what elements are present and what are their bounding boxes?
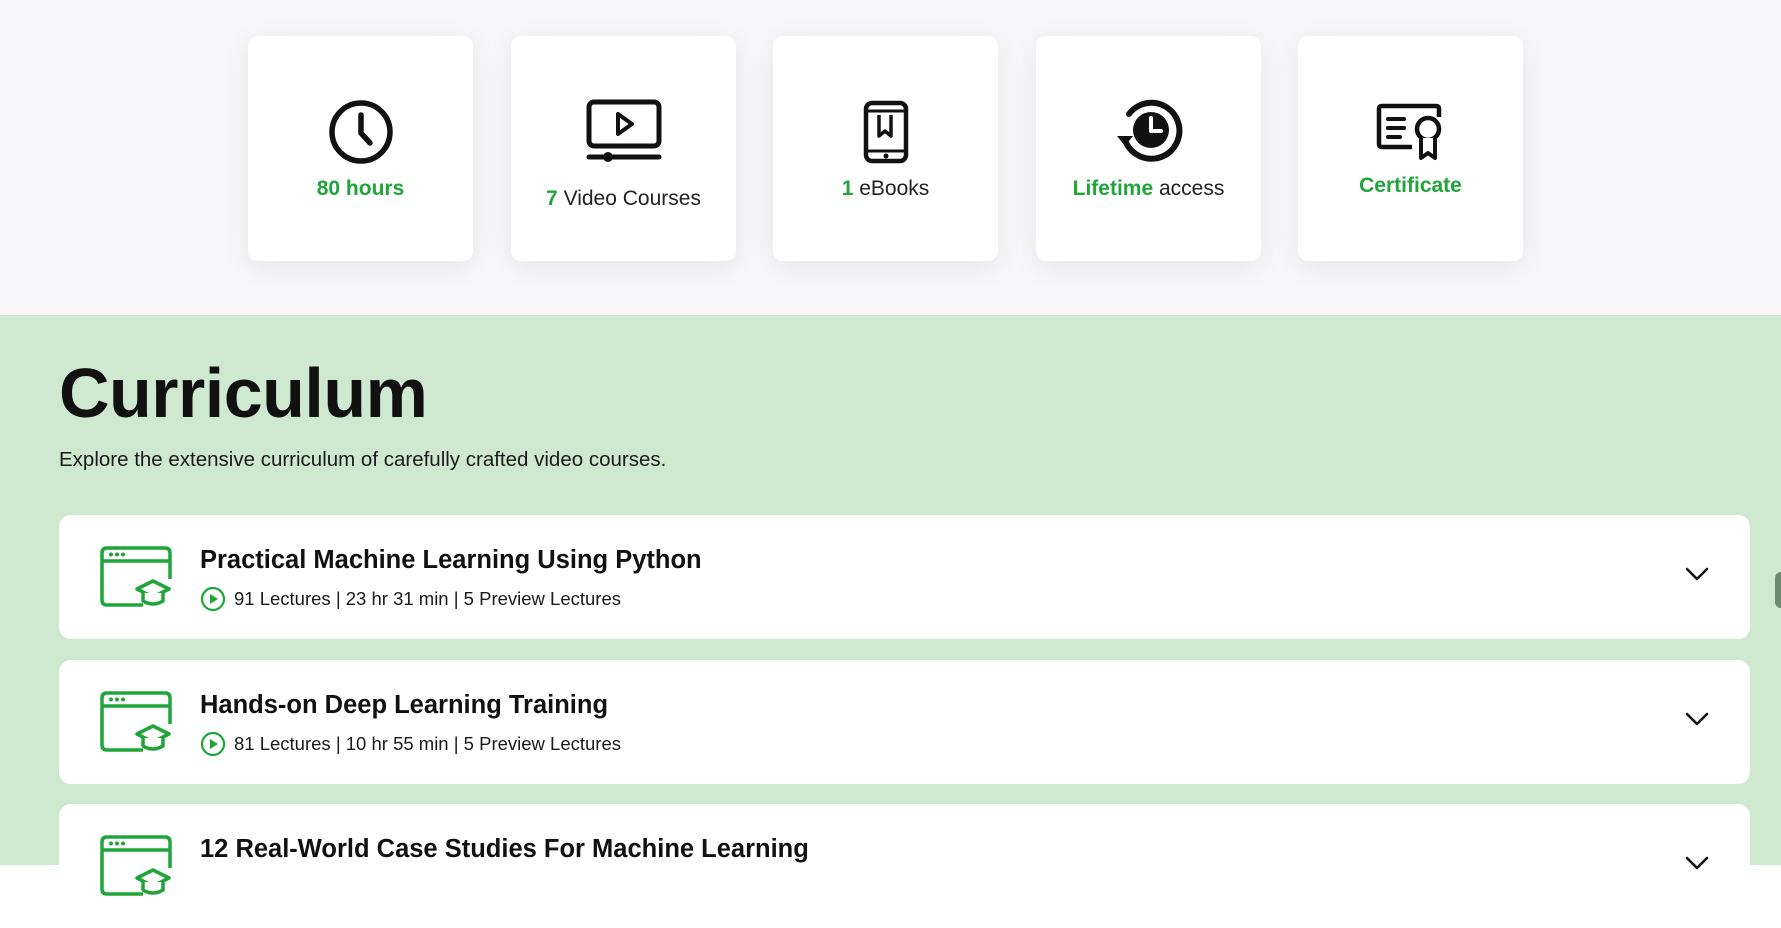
chevron-down-icon[interactable] bbox=[1684, 854, 1710, 872]
chevron-down-icon[interactable] bbox=[1684, 565, 1710, 583]
curriculum-title: Curriculum bbox=[59, 354, 428, 432]
online-course-icon bbox=[100, 835, 172, 896]
course-features-section: 80 hours 7 Video Courses 1 eBooks Lifeti… bbox=[0, 0, 1781, 315]
lifetime-history-icon bbox=[1111, 94, 1187, 170]
tablet-bookmark-icon bbox=[848, 94, 924, 170]
curriculum-subtitle: Explore the extensive curriculum of care… bbox=[59, 448, 667, 471]
play-circle-icon bbox=[200, 731, 226, 757]
feature-card-ebooks: 1 eBooks bbox=[773, 36, 998, 261]
course-meta-text: 91 Lectures | 23 hr 31 min | 5 Preview L… bbox=[234, 588, 622, 609]
online-course-icon bbox=[100, 691, 172, 752]
course-title: Practical Machine Learning Using Python bbox=[200, 546, 702, 574]
feature-card-lifetime-access: Lifetime access bbox=[1036, 36, 1261, 261]
feature-label-certificate: Certificate bbox=[1359, 174, 1462, 197]
feature-label-ebooks: 1 eBooks bbox=[841, 177, 930, 200]
feature-label-hours: 80 hours bbox=[316, 177, 405, 200]
course-meta: 81 Lectures | 10 hr 55 min | 5 Preview L… bbox=[200, 731, 621, 757]
certificate-icon bbox=[1373, 94, 1449, 170]
video-player-icon bbox=[586, 94, 662, 170]
online-course-icon bbox=[100, 546, 172, 607]
feature-label-video-courses: 7 Video Courses bbox=[546, 187, 701, 210]
course-accordion-item[interactable]: Hands-on Deep Learning Training 81 Lectu… bbox=[59, 660, 1750, 784]
feature-card-certificate: Certificate bbox=[1298, 36, 1523, 261]
side-scroll-tab[interactable] bbox=[1775, 572, 1781, 608]
course-title: 12 Real-World Case Studies For Machine L… bbox=[200, 835, 809, 863]
course-accordion-item[interactable]: 12 Real-World Case Studies For Machine L… bbox=[59, 804, 1750, 928]
play-circle-icon bbox=[200, 586, 226, 612]
course-meta: 91 Lectures | 23 hr 31 min | 5 Preview L… bbox=[200, 586, 621, 612]
feature-card-video-courses: 7 Video Courses bbox=[511, 36, 736, 261]
clock-icon bbox=[323, 94, 399, 170]
course-title: Hands-on Deep Learning Training bbox=[200, 691, 609, 719]
course-accordion-item[interactable]: Practical Machine Learning Using Python … bbox=[59, 515, 1750, 639]
chevron-down-icon[interactable] bbox=[1684, 710, 1710, 728]
curriculum-section: Curriculum Explore the extensive curricu… bbox=[0, 315, 1781, 928]
feature-label-lifetime-access: Lifetime access bbox=[1072, 177, 1225, 200]
course-meta-text: 81 Lectures | 10 hr 55 min | 5 Preview L… bbox=[234, 733, 622, 754]
feature-card-hours: 80 hours bbox=[248, 36, 473, 261]
